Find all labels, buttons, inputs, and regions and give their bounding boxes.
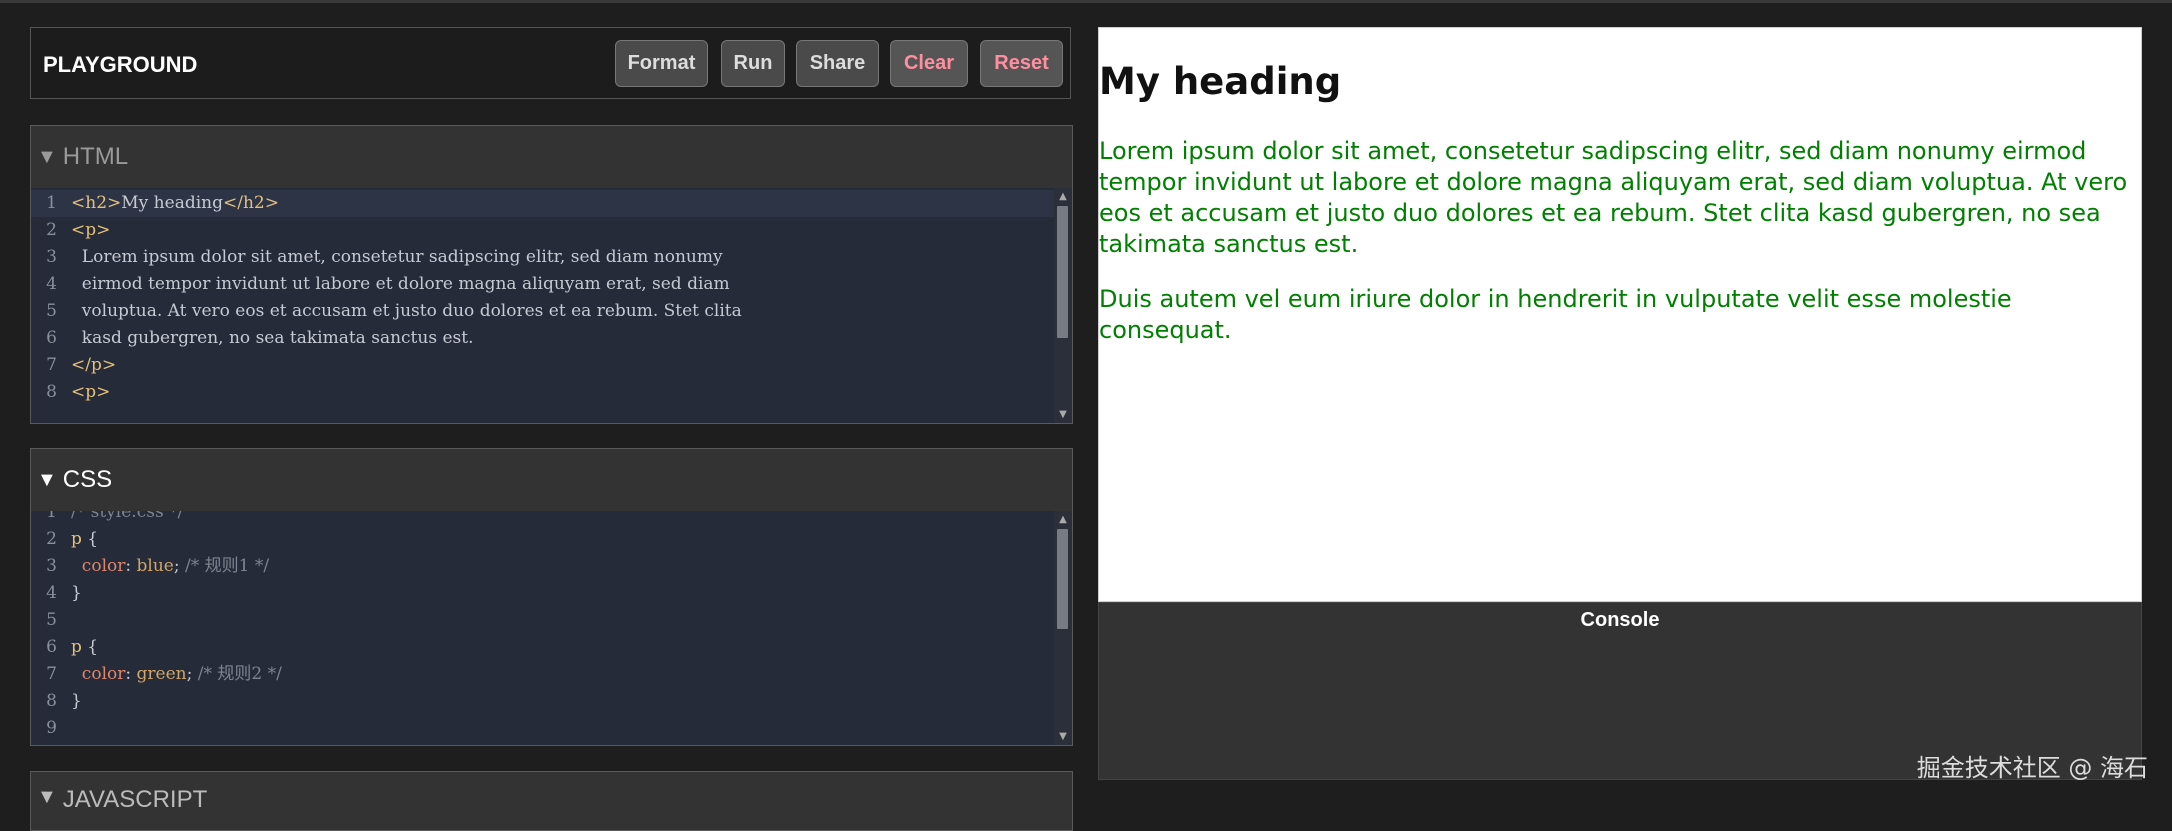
code-line: 5 voluptua. At vero eos et accusam et ju… [31,298,1054,325]
css-editor[interactable]: 1/* style.css */ 2p { 3 color: blue; /* … [31,511,1072,745]
code-token: /* 规则2 */ [192,664,282,684]
code-line: 4 eirmod tempor invidunt ut labore et do… [31,271,1054,298]
code-line: 2 <p> [31,217,1054,244]
code-line: 8 <p> [31,379,1054,406]
code-line: 8} [31,688,1054,715]
line-number: 6 [46,328,57,348]
code-token: color [71,664,126,684]
code-token: <p> [71,382,111,402]
scroll-thumb[interactable] [1057,206,1068,338]
code-line: 7 </p> [31,352,1054,379]
line-number: 1 [46,193,57,213]
code-token: p [71,529,82,549]
code-token: /* style.css */ [71,511,184,522]
watermark: 掘金技术社区 @ 海石 [1916,754,2148,782]
code-token: <p> [71,220,111,240]
line-number: 3 [46,247,57,267]
line-number: 4 [46,583,57,603]
css-editor-scrollbar[interactable]: ▲ ▼ [1054,511,1072,745]
code-token: <h2> [71,193,122,213]
preview-heading: My heading [1099,60,1342,103]
playground-header: PLAYGROUND Format Run Share Clear Reset [30,27,1071,99]
code-token: : [125,664,137,684]
share-button[interactable]: Share [796,40,879,87]
code-token: { [81,637,99,657]
arrow-down-icon[interactable]: ▼ [1057,731,1069,742]
line-number: 9 [46,718,57,738]
code-token: } [71,691,82,711]
arrow-down-icon[interactable]: ▼ [1057,409,1069,420]
code-line: 1 /* style.css */ [31,511,1054,526]
arrow-up-icon[interactable]: ▲ [1057,191,1069,202]
line-number: 7 [46,664,57,684]
code-token: Lorem ipsum dolor sit amet, consetetur s… [71,247,723,267]
preview-pane: My heading Lorem ipsum dolor sit amet, c… [1098,27,2142,602]
code-line: 5 [31,607,1054,634]
code-token: voluptua. At vero eos et accusam et just… [71,301,742,321]
code-token: My heading [121,193,223,213]
code-token: : [125,556,137,576]
code-line: 6p { [31,634,1054,661]
line-number: 3 [46,556,57,576]
code-token: color [71,556,126,576]
reset-button[interactable]: Reset [980,40,1063,87]
line-number: 4 [46,274,57,294]
css-panel-header[interactable]: ▼ CSS [31,449,1072,511]
line-number: 5 [46,610,57,630]
code-token: { [81,529,99,549]
code-token: p [71,637,82,657]
code-line: 6 kasd gubergren, no sea takimata sanctu… [31,325,1054,352]
js-panel: ▼ JAVASCRIPT [30,771,1073,831]
code-line: 3 color: blue; /* 规则1 */ [31,553,1054,580]
css-panel-title: CSS [62,466,113,493]
triangle-down-icon: ▼ [37,468,57,491]
html-editor[interactable]: 1 <h2>My heading</h2> 2 <p> 3 Lorem ipsum … [31,188,1072,423]
code-line: 3 Lorem ipsum dolor sit amet, consetetur… [31,244,1054,271]
app-title: PLAYGROUND [43,52,198,77]
code-line: 7 color: green; /* 规则2 */ [31,661,1054,688]
line-number: 7 [46,355,57,375]
arrow-up-icon[interactable]: ▲ [1057,514,1069,525]
triangle-down-icon: ▼ [37,786,57,808]
clear-button[interactable]: Clear [890,40,968,87]
code-token: </h2> [222,193,279,213]
code-token: /* 规则1 */ [179,556,270,576]
line-number: 2 [46,529,57,549]
line-number: 2 [46,220,57,240]
html-editor-scrollbar[interactable]: ▲ ▼ [1054,188,1072,423]
run-button[interactable]: Run [721,40,785,87]
line-number: 5 [46,301,57,321]
triangle-down-icon: ▼ [37,145,57,168]
code-line: 4} [31,580,1054,607]
line-number: 1 [46,511,57,522]
html-panel-title: HTML [62,143,129,170]
code-line: 9 [31,715,1054,742]
code-token: eirmod tempor invidunt ut labore et dolo… [71,274,730,294]
top-divider [0,0,2172,3]
preview-paragraph: Duis autem vel eum iriure dolor in hendr… [1099,285,2012,344]
code-token: </p> [71,355,117,375]
js-panel-title: JAVASCRIPT [62,786,208,813]
code-line: 1 <h2>My heading</h2> [31,190,1054,217]
code-token: green [136,664,187,684]
html-panel: ▼ HTML 1 <h2>My heading</h2> 2 <p> 3 Lorem… [30,125,1073,424]
css-panel: ▼ CSS 1/* style.css */ 2p { 3 color: blu… [30,448,1073,746]
line-number: 8 [46,691,57,711]
console-label: Console [1580,609,1660,631]
code-token: kasd gubergren, no sea takimata sanctus … [71,328,474,348]
format-button[interactable]: Format [615,40,708,87]
html-panel-header[interactable]: ▼ HTML [31,126,1072,188]
preview-paragraph: Lorem ipsum dolor sit amet, consetetur s… [1099,137,2128,258]
line-number: 8 [46,382,57,402]
scroll-thumb[interactable] [1057,529,1068,629]
line-number: 6 [46,637,57,657]
code-line: 2p { [31,526,1054,553]
code-token: } [71,583,82,603]
code-token: blue [136,556,174,576]
